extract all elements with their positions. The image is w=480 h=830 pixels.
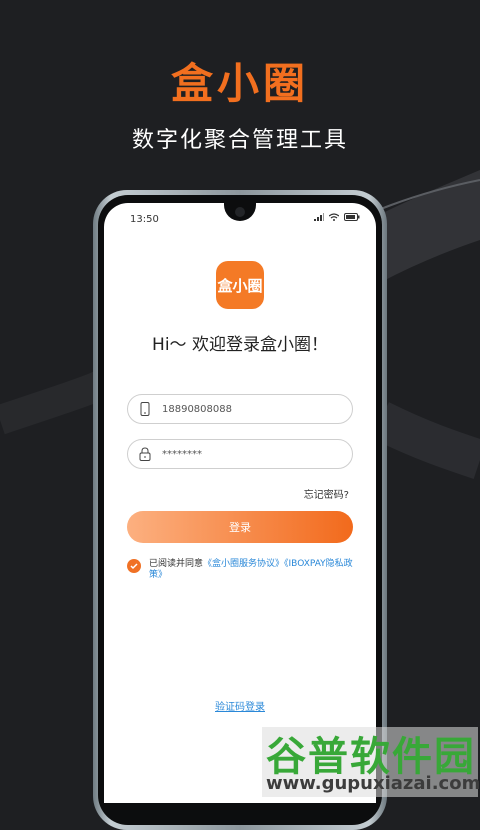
promo-title: 盒小圈 <box>170 59 309 108</box>
forgot-password-link[interactable]: 忘记密码? <box>304 486 349 501</box>
agreement-text: 已阅读并同意《盒小圈服务协议》《IBOXPAY隐私政策》 <box>149 559 357 581</box>
agreement-prefix: 已阅读并同意 <box>149 559 204 569</box>
phone-field[interactable] <box>127 394 353 424</box>
login-button[interactable]: 登录 <box>127 511 353 543</box>
phone-screen: 13:50 盒小圈 Hi～ 欢迎登录盒小圈！ 18890808088 *****… <box>104 203 376 803</box>
signal-icon <box>314 213 324 221</box>
status-time: 13:50 <box>130 214 159 225</box>
password-input[interactable] <box>160 447 344 461</box>
watermark-url: www.gupuxiazai.com <box>266 773 480 794</box>
camera-notch <box>224 203 256 221</box>
app-logo: 盒小圈 <box>216 261 264 309</box>
battery-icon <box>344 213 360 221</box>
password-field[interactable] <box>127 439 353 469</box>
checkmark-icon <box>130 563 138 570</box>
front-camera-icon <box>235 207 245 217</box>
lock-icon <box>138 447 152 461</box>
phone-icon <box>138 402 152 416</box>
service-agreement-link[interactable]: 《盒小圈服务协议》 <box>203 559 284 569</box>
promo-subtitle: 数字化聚合管理工具 <box>131 128 348 153</box>
sms-login-link[interactable]: 验证码登录 <box>104 698 376 713</box>
phone-input[interactable] <box>160 402 344 416</box>
agreement-checkbox[interactable] <box>127 559 141 573</box>
welcome-greeting: Hi～ 欢迎登录盒小圈！ <box>152 335 328 355</box>
wifi-icon <box>329 213 339 221</box>
status-icons <box>314 213 360 221</box>
agreement-row: 已阅读并同意《盒小圈服务协议》《IBOXPAY隐私政策》 <box>127 559 357 581</box>
